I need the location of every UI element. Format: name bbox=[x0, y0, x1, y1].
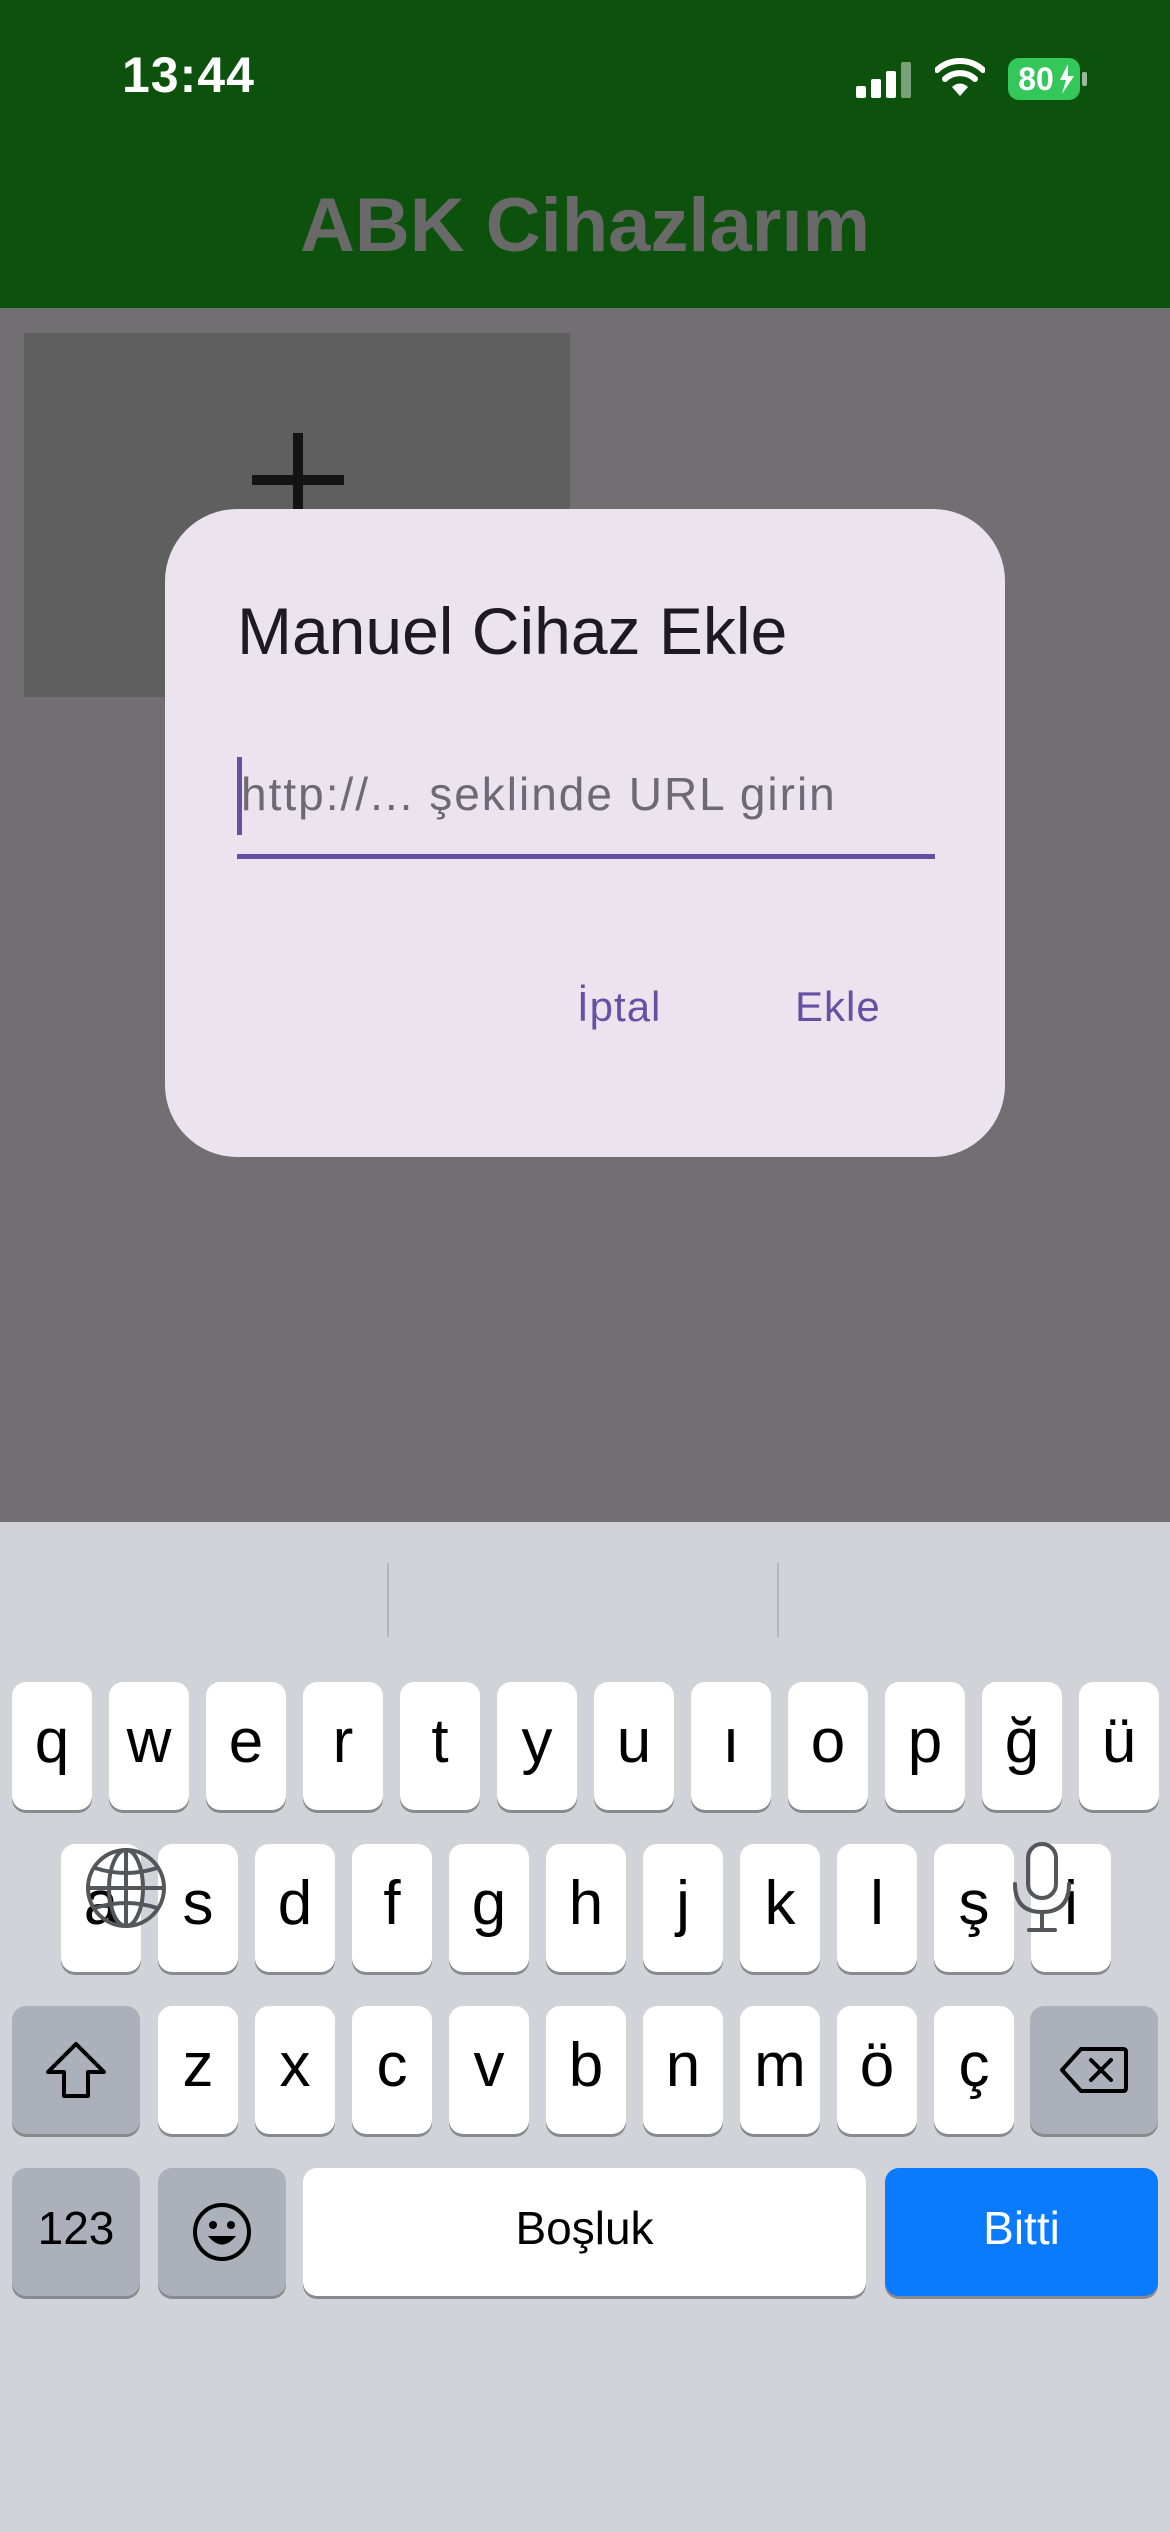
status-time: 13:44 bbox=[122, 47, 255, 103]
key-s[interactable]: s bbox=[158, 1844, 238, 1972]
key-h[interactable]: h bbox=[546, 1844, 626, 1972]
key-y[interactable]: y bbox=[497, 1682, 577, 1810]
key-t[interactable]: t bbox=[400, 1682, 480, 1810]
dialog-title: Manuel Cihaz Ekle bbox=[237, 594, 788, 668]
cancel-button[interactable]: İptal bbox=[577, 983, 661, 1031]
suggestion-divider bbox=[777, 1563, 779, 1637]
wifi-icon bbox=[935, 58, 985, 96]
key-g-breve[interactable]: ğ bbox=[982, 1682, 1062, 1810]
battery-level: 80 bbox=[1018, 61, 1054, 97]
emoji-icon bbox=[193, 2203, 251, 2261]
add-device-dialog: Manuel Cihaz Ekle http://... şeklinde UR… bbox=[165, 509, 1005, 1157]
key-r[interactable]: r bbox=[303, 1682, 383, 1810]
app-bar: 13:44 80 ABK Cihazlarım bbox=[0, 0, 1170, 308]
key-m[interactable]: m bbox=[740, 2006, 820, 2134]
shift-icon bbox=[46, 2042, 106, 2098]
numbers-key[interactable]: 123 bbox=[12, 2168, 140, 2296]
space-key[interactable]: Boşluk bbox=[303, 2168, 866, 2296]
key-n[interactable]: n bbox=[643, 2006, 723, 2134]
key-c[interactable]: c bbox=[352, 2006, 432, 2134]
delete-key[interactable] bbox=[1030, 2006, 1158, 2134]
key-b[interactable]: b bbox=[546, 2006, 626, 2134]
key-c-cedilla[interactable]: ç bbox=[934, 2006, 1014, 2134]
shift-key[interactable] bbox=[12, 2006, 140, 2134]
emoji-key[interactable] bbox=[158, 2168, 286, 2296]
suggestion-divider bbox=[387, 1563, 389, 1637]
globe-icon[interactable] bbox=[84, 1846, 168, 1930]
key-j[interactable]: j bbox=[643, 1844, 723, 1972]
key-o[interactable]: o bbox=[788, 1682, 868, 1810]
microphone-icon[interactable] bbox=[1007, 1840, 1077, 1936]
key-l[interactable]: l bbox=[837, 1844, 917, 1972]
key-o-umlaut[interactable]: ö bbox=[837, 2006, 917, 2134]
cellular-signal-icon bbox=[856, 62, 911, 98]
keyboard: q w e r t y u ı o p ğ ü a s d f g h j k … bbox=[0, 1522, 1170, 2532]
key-f[interactable]: f bbox=[352, 1844, 432, 1972]
done-key[interactable]: Bitti bbox=[885, 2168, 1158, 2296]
key-x[interactable]: x bbox=[255, 2006, 335, 2134]
key-z[interactable]: z bbox=[158, 2006, 238, 2134]
key-w[interactable]: w bbox=[109, 1682, 189, 1810]
key-s-cedilla[interactable]: ş bbox=[934, 1844, 1014, 1972]
key-q[interactable]: q bbox=[12, 1682, 92, 1810]
key-u-umlaut[interactable]: ü bbox=[1079, 1682, 1159, 1810]
backspace-icon bbox=[1060, 2047, 1128, 2093]
key-dotless-i[interactable]: ı bbox=[691, 1682, 771, 1810]
add-button[interactable]: Ekle bbox=[795, 983, 881, 1031]
key-p[interactable]: p bbox=[885, 1682, 965, 1810]
key-k[interactable]: k bbox=[740, 1844, 820, 1972]
key-v[interactable]: v bbox=[449, 2006, 529, 2134]
page-title: ABK Cihazlarım bbox=[299, 183, 871, 268]
url-input[interactable]: http://... şeklinde URL girin bbox=[237, 749, 935, 859]
key-g[interactable]: g bbox=[449, 1844, 529, 1972]
key-e[interactable]: e bbox=[206, 1682, 286, 1810]
key-d[interactable]: d bbox=[255, 1844, 335, 1972]
key-u[interactable]: u bbox=[594, 1682, 674, 1810]
url-input-placeholder: http://... şeklinde URL girin bbox=[241, 768, 837, 820]
